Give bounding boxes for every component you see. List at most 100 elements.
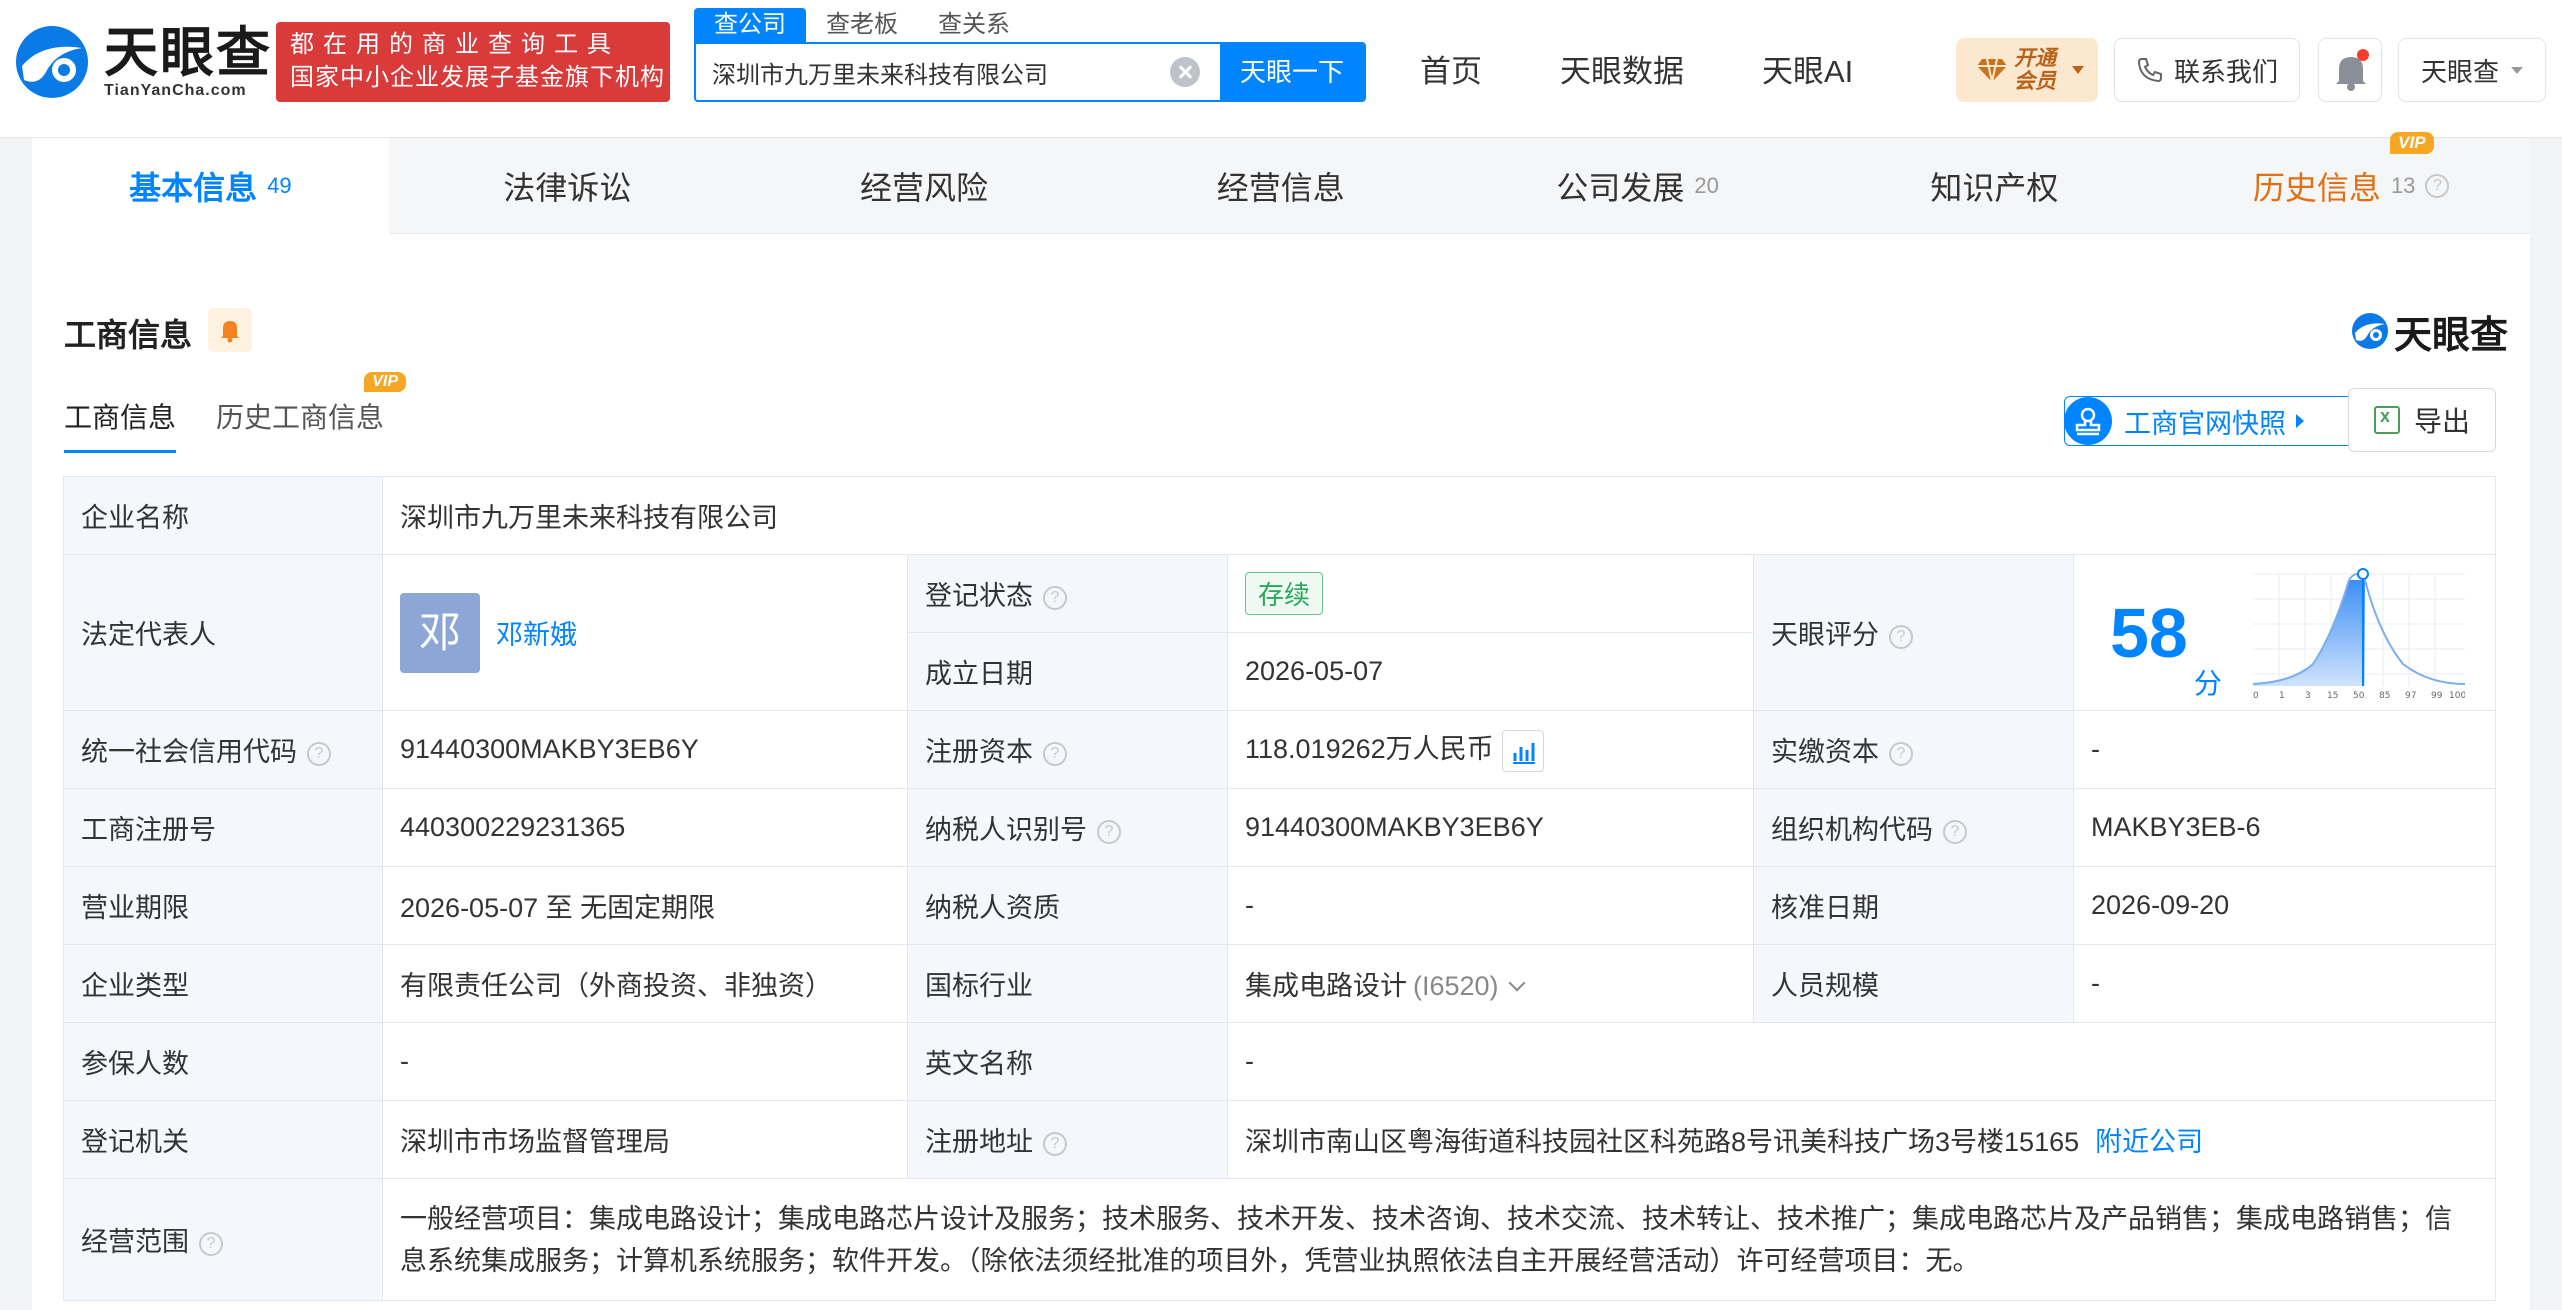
follow-bell-icon[interactable]: [208, 308, 252, 352]
staff-size-value: -: [2072, 944, 2497, 1023]
status-cell: 存续: [1227, 554, 1754, 633]
reg-capital-label: 注册资本?: [907, 710, 1228, 789]
top-header: 天眼查 TianYanCha.com 都在用的商业查询工具 国家中小企业发展子基…: [0, 0, 2562, 138]
logo-text-en: TianYanCha.com: [104, 82, 247, 99]
help-icon[interactable]: ?: [1943, 819, 1967, 844]
help-icon[interactable]: ?: [1043, 1131, 1067, 1156]
tab-count: 13: [2390, 173, 2416, 198]
help-icon[interactable]: ?: [1097, 819, 1121, 844]
snapshot-label: 工商官网快照: [2124, 408, 2286, 439]
search-tab-relation[interactable]: 查关系: [918, 8, 1030, 42]
reg-no-label: 工商注册号: [63, 788, 383, 867]
capital-chart-icon[interactable]: [1501, 729, 1544, 772]
table-row: 工商注册号 440300229231365 纳税人识别号? 91440300MA…: [63, 788, 2497, 867]
insured-label: 参保人数: [63, 1022, 383, 1101]
help-icon[interactable]: ?: [1043, 741, 1067, 766]
tab-ip[interactable]: 知识产权: [1816, 138, 2173, 234]
clear-search-icon[interactable]: [1170, 57, 1200, 87]
taxpayer-qual-label: 纳税人资质: [907, 866, 1228, 945]
subtab-history-business-info[interactable]: 历史工商信息 VIP: [216, 372, 407, 453]
address-value: 深圳市南山区粤海街道科技园社区科苑路8号讯美科技广场3号楼15165: [1245, 1127, 2080, 1157]
tab-label: 历史信息: [2252, 170, 2381, 206]
notification-dot: [2357, 49, 2369, 61]
company-name-value: 深圳市九万里未来科技有限公司: [381, 476, 2497, 555]
status-badge: 存续: [1245, 572, 1324, 615]
subtab-business-info[interactable]: 工商信息: [64, 396, 177, 453]
help-icon[interactable]: ?: [1043, 585, 1067, 610]
export-button[interactable]: 导出: [2348, 388, 2496, 452]
nearby-companies-link[interactable]: 附近公司: [2095, 1127, 2203, 1157]
nav-data[interactable]: 天眼数据: [1560, 42, 1684, 102]
credit-code-label: 统一社会信用代码?: [63, 710, 383, 789]
vip-badge: VIP: [364, 372, 407, 392]
help-icon[interactable]: ?: [199, 1231, 223, 1256]
axis-tick: 100: [2449, 691, 2465, 701]
avatar[interactable]: 邓: [400, 592, 480, 673]
tab-label: 公司发展: [1556, 170, 1685, 206]
user-menu-button[interactable]: 天眼查: [2398, 38, 2546, 102]
type-value: 有限责任公司（外商投资、非独资）: [382, 944, 908, 1023]
reg-capital-cell: 118.019262万人民币: [1227, 710, 1754, 789]
tab-basic-info[interactable]: 基本信息 49: [32, 138, 389, 234]
chevron-down-icon: [2511, 66, 2523, 74]
table-row: 经营范围? 一般经营项目：集成电路设计；集成电路芯片设计及服务；技术服务、技术开…: [63, 1178, 2497, 1301]
tab-label: 基本信息: [129, 170, 258, 206]
subtab-label: 历史工商信息: [216, 402, 385, 433]
score-value: 58: [2110, 593, 2188, 672]
search-button[interactable]: 天眼一下: [1220, 44, 1364, 100]
info-subtabs: 工商信息 历史工商信息 VIP: [64, 372, 424, 453]
site-logo[interactable]: 天眼查 TianYanCha.com: [12, 22, 272, 102]
org-code-label-text: 组织机构代码: [1771, 815, 1933, 845]
reg-no-value: 440300229231365: [382, 788, 908, 867]
founded-value: 2026-05-07: [1227, 632, 1754, 711]
credit-code-label-text: 统一社会信用代码: [81, 737, 297, 767]
table-row: 法定代表人 邓邓新娥 登记状态? 存续 天眼评分? 58分 0 1 3 15 5…: [63, 554, 2497, 711]
industry-label: 国标行业: [907, 944, 1228, 1023]
tab-history[interactable]: VIP 历史信息 13?: [2173, 132, 2530, 234]
notification-button[interactable]: [2318, 38, 2382, 102]
scope-value: 一般经营项目：集成电路设计；集成电路芯片设计及服务；技术服务、技术开发、技术咨询…: [381, 1178, 2497, 1301]
help-icon[interactable]: ?: [1889, 624, 1913, 649]
nav-ai[interactable]: 天眼AI: [1762, 42, 1853, 102]
axis-tick: 1: [2279, 691, 2285, 701]
search-tab-company[interactable]: 查公司: [694, 8, 806, 42]
nav-home[interactable]: 首页: [1420, 42, 1482, 102]
chevron-down-icon: [2072, 66, 2084, 74]
help-icon[interactable]: ?: [307, 741, 331, 766]
paid-capital-label: 实缴资本?: [1753, 710, 2074, 789]
search-tab-boss[interactable]: 查老板: [806, 8, 918, 42]
vip-button[interactable]: 开通会员: [1956, 38, 2098, 102]
taxpayer-qual-value: -: [1227, 866, 1754, 945]
tab-development[interactable]: 公司发展 20: [1459, 138, 1816, 234]
contact-button[interactable]: 联系我们: [2114, 38, 2300, 102]
help-icon[interactable]: ?: [2425, 174, 2450, 198]
address-label-text: 注册地址: [925, 1127, 1033, 1157]
tab-business[interactable]: 经营信息: [1102, 138, 1459, 234]
axis-tick: 0: [2253, 691, 2259, 701]
score-label-text: 天眼评分: [1771, 620, 1879, 650]
tianyancha-logo-icon: [12, 22, 92, 102]
business-info-table: 企业名称 深圳市九万里未来科技有限公司 法定代表人 邓邓新娥 登记状态? 存续 …: [63, 476, 2497, 1301]
legal-rep-cell: 邓邓新娥: [382, 554, 908, 711]
search-input[interactable]: [696, 44, 1170, 100]
search-box: 天眼一下: [694, 42, 1366, 102]
slogan-line-1: 都在用的商业查询工具: [290, 31, 620, 58]
legal-rep-label: 法定代表人: [63, 554, 383, 711]
axis-tick: 15: [2327, 691, 2338, 701]
tab-risk[interactable]: 经营风险: [746, 138, 1103, 234]
paid-capital-value: -: [2072, 710, 2497, 789]
official-snapshot-button[interactable]: 工商官网快照: [2064, 396, 2356, 446]
company-name-label: 企业名称: [63, 476, 383, 555]
legal-rep-link[interactable]: 邓新娥: [496, 620, 577, 650]
table-row: 企业类型 有限责任公司（外商投资、非独资） 国标行业 集成电路设计 (I6520)…: [63, 944, 2497, 1023]
table-row: 登记机关 深圳市市场监督管理局 注册地址? 深圳市南山区粤海街道科技园社区科苑路…: [63, 1100, 2497, 1179]
table-row: 参保人数 - 英文名称 -: [63, 1022, 2497, 1101]
brand-watermark: 天眼查: [2350, 306, 2530, 357]
help-icon[interactable]: ?: [1889, 741, 1913, 766]
stamp-icon: [2064, 397, 2112, 445]
score-cell[interactable]: 58分 0 1 3 15 50 85 97 99 100: [2072, 554, 2497, 711]
brand-text: 天眼查: [2394, 314, 2509, 357]
insured-value: -: [382, 1022, 908, 1101]
industry-cell[interactable]: 集成电路设计 (I6520): [1227, 944, 1754, 1023]
tab-legal[interactable]: 法律诉讼: [389, 138, 746, 234]
